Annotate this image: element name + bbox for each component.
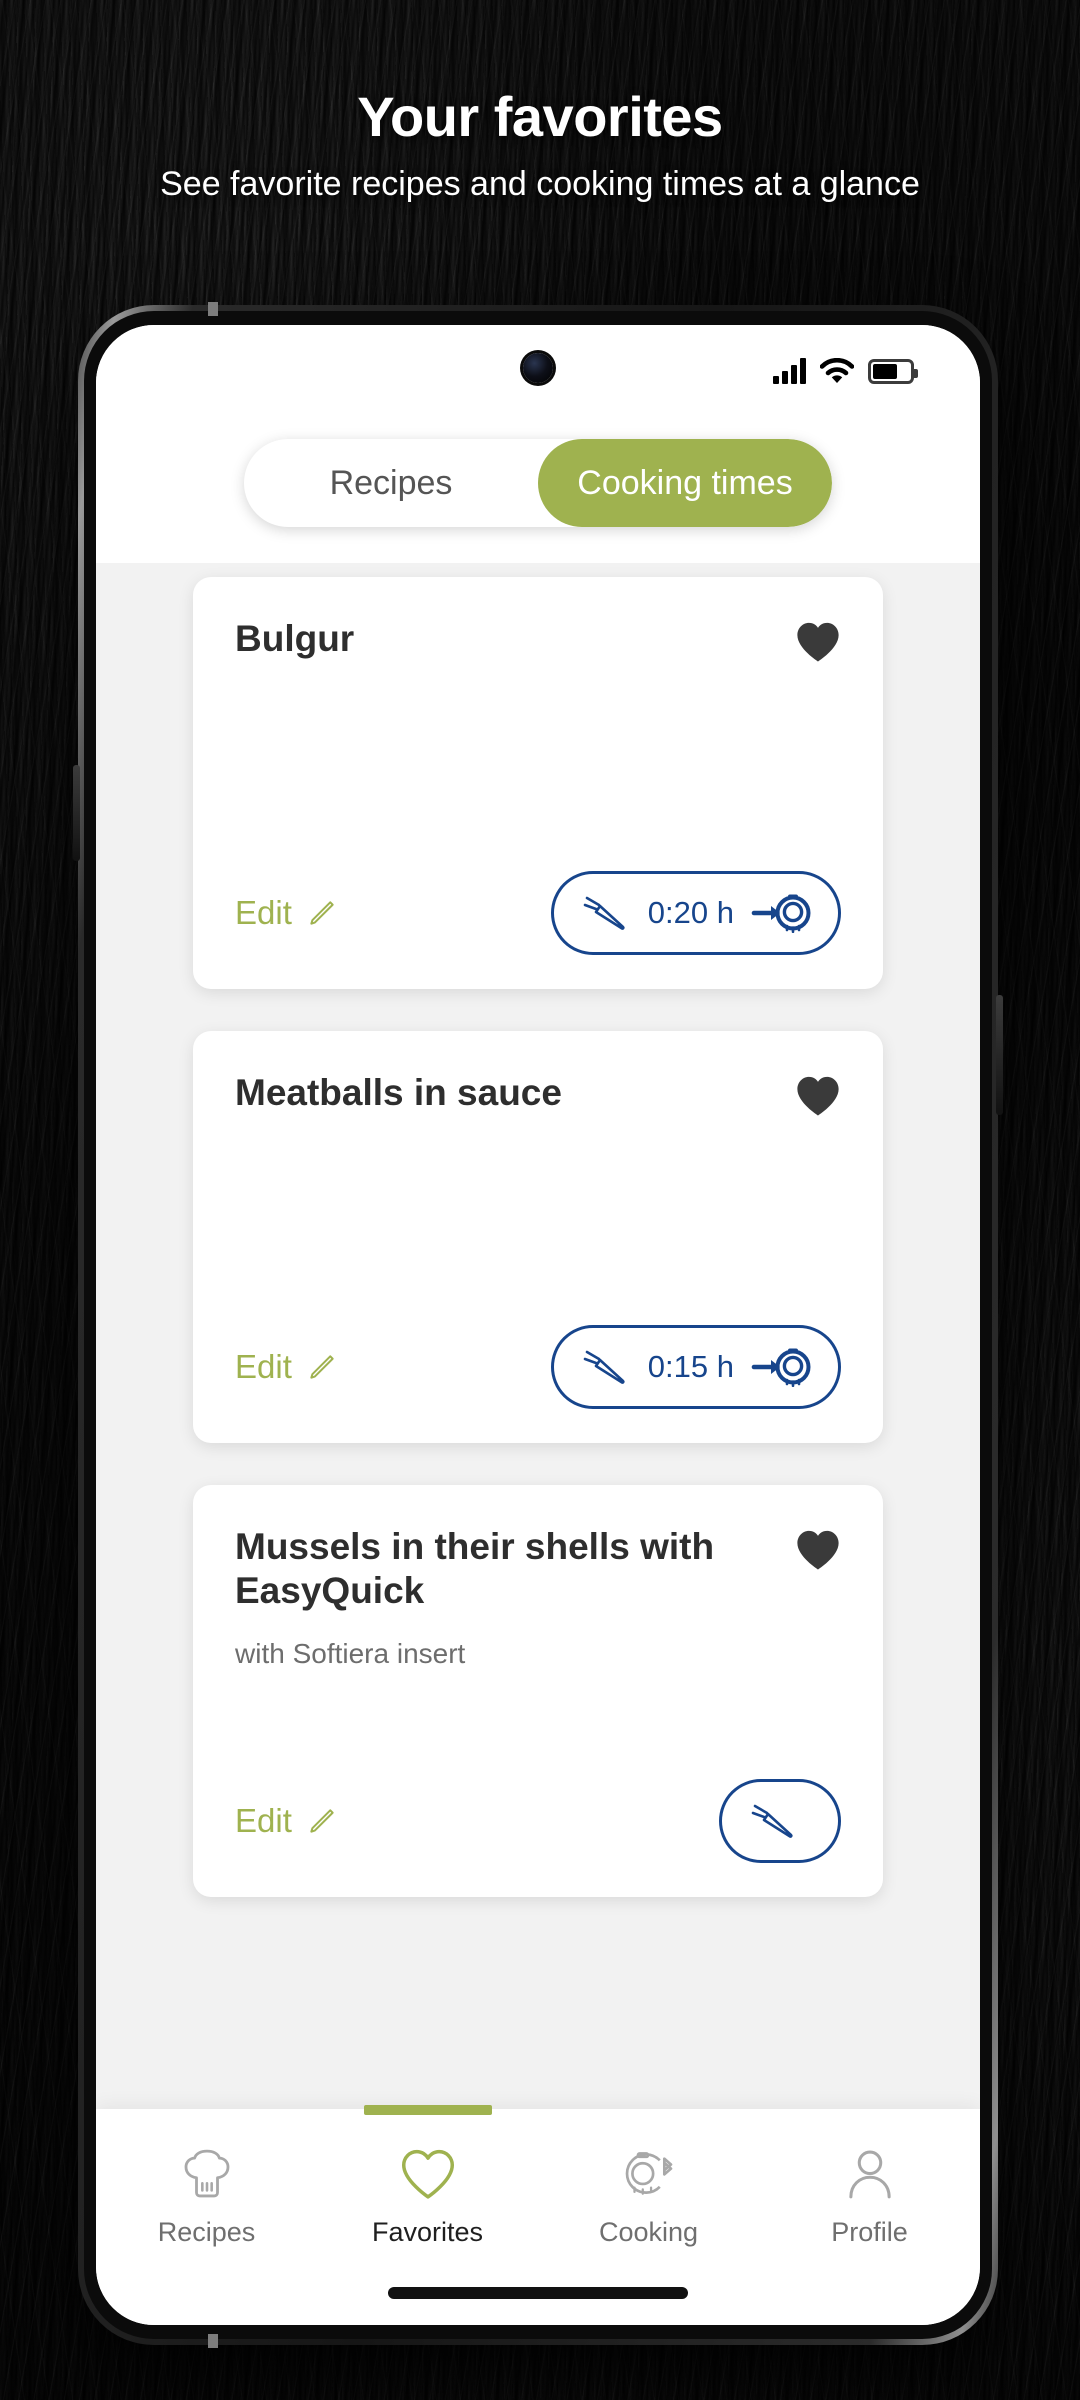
edit-button-label: Edit: [235, 1348, 292, 1385]
nav-label: Recipes: [157, 2217, 256, 2247]
edit-button-label: Edit: [235, 1802, 292, 1839]
heart-filled-icon[interactable]: [795, 1529, 841, 1571]
carrot-icon: [583, 1350, 625, 1384]
person-icon: [842, 2145, 898, 2203]
card-title: Bulgur: [235, 618, 355, 659]
cooking-time-chip[interactable]: 0:20 h: [550, 871, 841, 955]
status-bar: [96, 325, 980, 417]
cooking-time-chip[interactable]: [719, 1779, 841, 1863]
promo-header: Your favorites See favorite recipes and …: [0, 0, 1080, 204]
edit-button[interactable]: Edit: [235, 1348, 338, 1386]
power-button[interactable]: [996, 995, 1003, 1115]
favorite-card[interactable]: Mussels in their shells with EasyQuick w…: [193, 1485, 883, 1897]
tab-recipes[interactable]: Recipes: [244, 439, 538, 527]
card-footer: Edit 0:20 h: [235, 871, 841, 955]
edit-button-label: Edit: [235, 894, 292, 931]
pencil-icon: [310, 1809, 334, 1833]
heart-filled-icon[interactable]: [795, 1075, 841, 1117]
nav-label: Favorites: [371, 2217, 484, 2247]
pressure-cooker-icon: [751, 1348, 811, 1387]
phone-bezel: Recipes Cooking times Bulgur Edit 0:20 h…: [84, 311, 992, 2339]
favorite-card[interactable]: Meatballs in sauce Edit 0:15 h: [193, 1031, 883, 1443]
card-title: Mussels in their shells with EasyQuick: [235, 1526, 715, 1611]
nav-label: Cooking: [598, 2217, 699, 2247]
promo-title: Your favorites: [357, 85, 723, 148]
heart-outline-icon: [400, 2145, 456, 2203]
pressure-cooker-icon: [751, 894, 811, 933]
wifi-icon: [820, 358, 854, 383]
battery-icon: [868, 358, 918, 384]
favorite-card[interactable]: Bulgur Edit 0:20 h: [193, 577, 883, 989]
pencil-icon: [310, 1355, 334, 1379]
nav-label: Profile: [831, 2217, 908, 2247]
nav-item-favorites[interactable]: Favorites: [317, 2109, 538, 2248]
cooking-time-value: 0:15 h: [647, 1349, 734, 1384]
card-footer: Edit 0:15 h: [235, 1325, 841, 1409]
heart-filled-icon[interactable]: [795, 621, 841, 663]
chef-hat-icon: [179, 2145, 235, 2203]
carrot-icon: [751, 1804, 793, 1838]
phone-device-frame: Recipes Cooking times Bulgur Edit 0:20 h…: [73, 302, 1003, 2348]
volume-button[interactable]: [73, 765, 80, 861]
phone-screen: Recipes Cooking times Bulgur Edit 0:20 h…: [96, 325, 980, 2325]
home-indicator[interactable]: [388, 2287, 688, 2299]
card-header: Bulgur: [235, 617, 841, 663]
promo-subtitle: See favorite recipes and cooking times a…: [160, 164, 920, 203]
nav-item-cooking[interactable]: Cooking: [538, 2109, 759, 2248]
card-header: Mussels in their shells with EasyQuick: [235, 1525, 841, 1612]
cooking-time-value: 0:20 h: [647, 895, 734, 930]
edit-button[interactable]: Edit: [235, 894, 338, 932]
favorites-list[interactable]: Bulgur Edit 0:20 h Meatballs in sauce Ed…: [96, 563, 980, 2203]
signal-bars-icon: [773, 358, 806, 384]
nav-item-recipes[interactable]: Recipes: [96, 2109, 317, 2248]
edit-button[interactable]: Edit: [235, 1802, 338, 1840]
tab-switch-container: Recipes Cooking times: [96, 417, 980, 563]
antenna-seam-top: [208, 302, 218, 316]
tab-cooking-times[interactable]: Cooking times: [538, 439, 832, 527]
card-title: Meatballs in sauce: [235, 1072, 562, 1113]
nav-item-profile[interactable]: Profile: [759, 2109, 980, 2248]
front-camera-punchhole: [523, 353, 553, 383]
card-header: Meatballs in sauce: [235, 1071, 841, 1117]
cooking-time-chip[interactable]: 0:15 h: [550, 1325, 841, 1409]
card-subtitle: with Softiera insert: [235, 1638, 466, 1670]
card-footer: Edit: [235, 1779, 841, 1863]
antenna-seam-bottom: [208, 2334, 218, 2348]
carrot-icon: [583, 896, 625, 930]
tab-switch[interactable]: Recipes Cooking times: [244, 439, 832, 527]
pot-bluetooth-icon: [620, 2145, 678, 2203]
pencil-icon: [310, 901, 334, 925]
